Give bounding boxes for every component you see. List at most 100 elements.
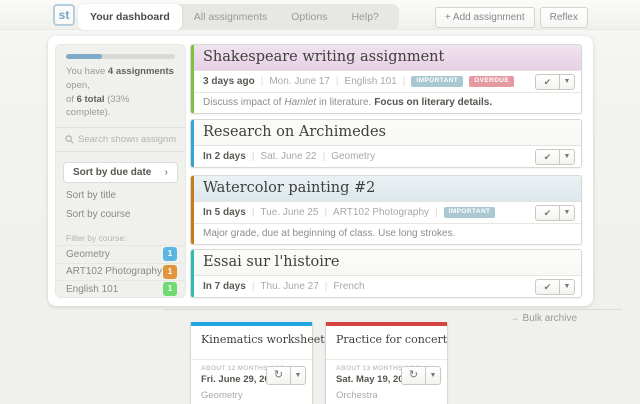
description-italic: Hamlet bbox=[284, 97, 317, 108]
check-button[interactable]: ✔ bbox=[536, 75, 559, 89]
total-count: 6 total bbox=[76, 93, 105, 105]
due-text: In 5 days bbox=[203, 207, 246, 218]
course-filter-english101[interactable]: English 101 1 bbox=[56, 280, 185, 297]
sidebar: You have 4 assignments open, of 6 total … bbox=[55, 44, 186, 298]
sort-by-course-link[interactable]: Sort by course bbox=[56, 205, 185, 224]
arrow-right-icon: → bbox=[509, 313, 520, 324]
search-input[interactable] bbox=[78, 134, 176, 146]
assignment-meta: 3 days ago | Mon. June 17 | English 101 … bbox=[191, 71, 581, 92]
date-text: Thu. June 27 bbox=[260, 281, 319, 292]
archived-meta: ABOUT 13 MONTHS AGO Sat. May 19, 2012 Or… bbox=[326, 360, 447, 404]
progress-bar bbox=[66, 54, 175, 59]
archived-title[interactable]: Practice for concert bbox=[326, 326, 447, 360]
course-filter-art102[interactable]: ART102 Photography 1 bbox=[56, 263, 185, 281]
dropdown-button[interactable]: ▼ bbox=[559, 75, 574, 89]
assignment-meta: In 7 days | Thu. June 27 | French ✔ ▼ bbox=[191, 276, 581, 297]
assignment-meta: In 2 days | Sat. June 22 | Geometry ✔ ▼ bbox=[191, 146, 581, 167]
sort-active-label: Sort by due date bbox=[73, 167, 152, 179]
separator: | bbox=[260, 76, 264, 87]
add-assignment-button[interactable]: + Add assignment bbox=[434, 7, 535, 28]
archived-card: Practice for concert ABOUT 13 MONTHS AGO… bbox=[325, 322, 448, 404]
date-text: Tue. June 25 bbox=[260, 207, 319, 218]
assignment-title[interactable]: Essai sur l'histoire bbox=[191, 250, 581, 276]
description-text: Major grade, due at beginning of class. … bbox=[203, 228, 456, 239]
top-header: st Your dashboard All assignments Option… bbox=[0, 0, 640, 30]
tab-all-assignments[interactable]: All assignments bbox=[182, 4, 280, 30]
separator: | bbox=[435, 207, 438, 218]
bulk-archive-link[interactable]: → Bulk archive bbox=[510, 313, 577, 324]
check-button[interactable]: ✔ bbox=[536, 150, 559, 164]
date-text: Sat. June 22 bbox=[260, 151, 317, 162]
sort-by-due-date-button[interactable]: Sort by due date › bbox=[63, 162, 178, 184]
course-count-badge: 1 bbox=[163, 282, 177, 297]
archived-course: Geometry bbox=[201, 390, 243, 401]
separator: | bbox=[251, 151, 255, 162]
description-bold: Focus on literary details. bbox=[374, 97, 493, 108]
assignments-summary: You have 4 assignments open, of 6 total … bbox=[56, 65, 185, 120]
separator: | bbox=[402, 76, 406, 87]
archive-divider bbox=[165, 309, 622, 310]
course-count-badge: 1 bbox=[163, 247, 177, 262]
assignment-card: Essai sur l'histoire In 7 days | Thu. Ju… bbox=[190, 249, 582, 298]
dropdown-button[interactable]: ▼ bbox=[559, 206, 574, 220]
important-badge: IMPORTANT bbox=[443, 207, 496, 218]
assignment-title[interactable]: Watercolor painting #2 bbox=[191, 176, 581, 202]
progress-fill bbox=[66, 54, 102, 59]
separator: | bbox=[335, 76, 339, 87]
bulk-archive-label: Bulk archive bbox=[522, 313, 577, 324]
chevron-right-icon: › bbox=[164, 167, 168, 179]
course-text: English 101 bbox=[344, 76, 397, 87]
reflex-button[interactable]: Reflex bbox=[539, 7, 588, 28]
separator: | bbox=[324, 281, 328, 292]
archived-title[interactable]: Kinematics worksheet bbox=[191, 326, 325, 360]
course-name: English 101 bbox=[66, 283, 119, 295]
course-text: French bbox=[333, 281, 365, 292]
due-text: 3 days ago bbox=[203, 76, 255, 87]
filter-by-course-label: Filter by course: bbox=[66, 233, 127, 244]
course-text: ART102 Photography bbox=[333, 207, 430, 218]
separator: | bbox=[251, 281, 255, 292]
description-text: Discuss impact of bbox=[203, 97, 282, 108]
course-name: Geometry bbox=[66, 248, 110, 260]
course-filter-geometry[interactable]: Geometry 1 bbox=[56, 245, 185, 263]
dropdown-button[interactable]: ▼ bbox=[559, 150, 574, 164]
card-actions: ✔ ▼ bbox=[535, 205, 575, 221]
course-count-badge: 1 bbox=[163, 264, 177, 279]
separator: | bbox=[324, 207, 328, 218]
dropdown-button[interactable]: ▼ bbox=[559, 280, 574, 294]
search-icon bbox=[65, 135, 74, 144]
restore-button[interactable]: ↻ bbox=[267, 367, 290, 384]
course-text: Geometry bbox=[331, 151, 376, 162]
dropdown-button[interactable]: ▼ bbox=[290, 367, 305, 384]
card-actions: ✔ ▼ bbox=[535, 74, 575, 90]
tab-options[interactable]: Options bbox=[279, 4, 339, 30]
assignment-title[interactable]: Research on Archimedes bbox=[191, 120, 581, 146]
app-logo[interactable]: st bbox=[53, 4, 75, 26]
due-text: In 2 days bbox=[203, 151, 246, 162]
summary-text: open, bbox=[66, 79, 90, 91]
assignment-description: Major grade, due at beginning of class. … bbox=[191, 223, 581, 244]
description-text: in literature. bbox=[319, 97, 372, 108]
card-actions: ↻ ▼ bbox=[401, 366, 441, 385]
date-text: Mon. June 17 bbox=[269, 76, 330, 87]
archived-card: Kinematics worksheet ABOUT 12 MONTHS AGO… bbox=[190, 322, 325, 404]
assignment-title[interactable]: Shakespeare writing assignment bbox=[191, 45, 581, 71]
summary-text: of bbox=[66, 93, 74, 105]
separator: | bbox=[251, 207, 255, 218]
tab-your-dashboard[interactable]: Your dashboard bbox=[78, 4, 182, 30]
archived-course: Orchestra bbox=[336, 390, 378, 401]
restore-button[interactable]: ↻ bbox=[402, 367, 425, 384]
assignment-card: Shakespeare writing assignment 3 days ag… bbox=[190, 44, 582, 114]
sort-by-title-link[interactable]: Sort by title bbox=[56, 186, 185, 205]
check-button[interactable]: ✔ bbox=[536, 280, 559, 294]
important-badge: IMPORTANT bbox=[411, 76, 464, 87]
search-row bbox=[56, 127, 185, 153]
check-button[interactable]: ✔ bbox=[536, 206, 559, 220]
assignment-meta: In 5 days | Tue. June 25 | ART102 Photog… bbox=[191, 202, 581, 223]
main-tab-bar: Your dashboard All assignments Options H… bbox=[78, 4, 399, 30]
dropdown-button[interactable]: ▼ bbox=[425, 367, 440, 384]
separator: | bbox=[322, 151, 326, 162]
open-count: 4 assignments bbox=[107, 66, 174, 77]
tab-help[interactable]: Help? bbox=[339, 4, 390, 30]
card-actions: ✔ ▼ bbox=[535, 149, 575, 165]
